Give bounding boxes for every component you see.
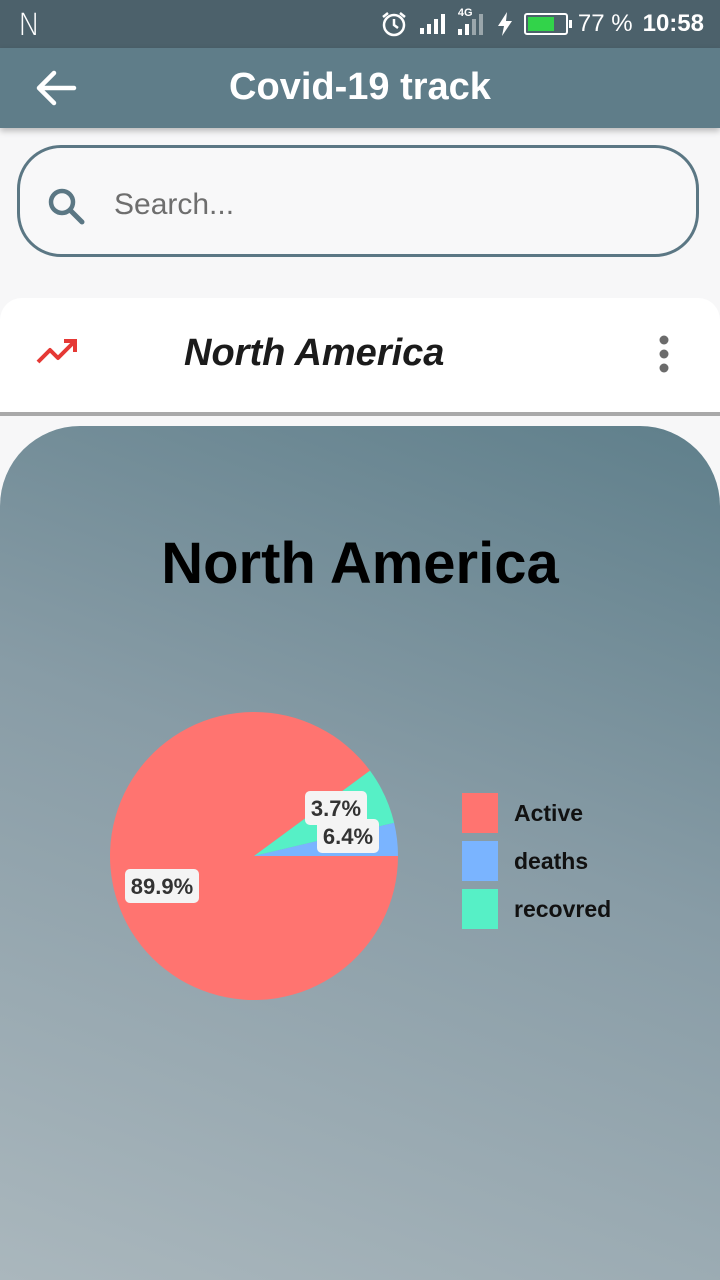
svg-text:89.9%: 89.9% — [131, 874, 193, 899]
status-indicators: 4G 77 % 10:58 — [380, 7, 704, 39]
trending-up-icon — [36, 339, 77, 364]
app-bar: Covid-19 track — [0, 48, 720, 128]
search-bar[interactable] — [17, 145, 699, 257]
search-icon — [48, 188, 85, 225]
page-title: Covid-19 track — [229, 66, 491, 108]
charging-icon — [497, 12, 512, 36]
svg-text:3.7%: 3.7% — [311, 796, 361, 821]
region-row[interactable]: North America — [0, 298, 720, 416]
clock: 10:58 — [642, 10, 704, 37]
chart-legend: Active deaths recovred — [462, 789, 611, 933]
battery-percent: 77 % — [577, 10, 633, 37]
pie-slice-active — [110, 712, 398, 1001]
signal-icon — [419, 14, 445, 34]
alarm-icon — [382, 12, 406, 37]
legend-swatch — [462, 841, 498, 881]
legend-item-active: Active — [462, 789, 611, 837]
notification-icon: N — [18, 8, 41, 43]
status-bar: N 4G 77 % 10:58 — [0, 0, 720, 48]
legend-swatch — [462, 889, 498, 929]
svg-text:6.4%: 6.4% — [323, 824, 373, 849]
search-input[interactable] — [112, 178, 676, 232]
legend-swatch — [462, 793, 498, 833]
legend-label: recovred — [514, 895, 612, 922]
chart-card: North America 89.9% 3.7% 6.4% Active deaths… — [0, 426, 720, 1280]
legend-label: Active — [514, 799, 584, 826]
data-label-active: 89.9% — [125, 869, 199, 903]
signal-4g-icon: 4G — [456, 7, 486, 37]
legend-label: deaths — [514, 847, 589, 874]
more-vertical-icon[interactable] — [652, 334, 676, 376]
legend-item-recovered: recovred — [462, 885, 611, 933]
legend-item-deaths: deaths — [462, 837, 611, 885]
region-name: North America — [184, 332, 445, 374]
pie-chart: 89.9% 3.7% 6.4% — [110, 712, 398, 1001]
data-label-recovered: 6.4% — [317, 819, 379, 853]
battery-icon — [523, 13, 572, 35]
